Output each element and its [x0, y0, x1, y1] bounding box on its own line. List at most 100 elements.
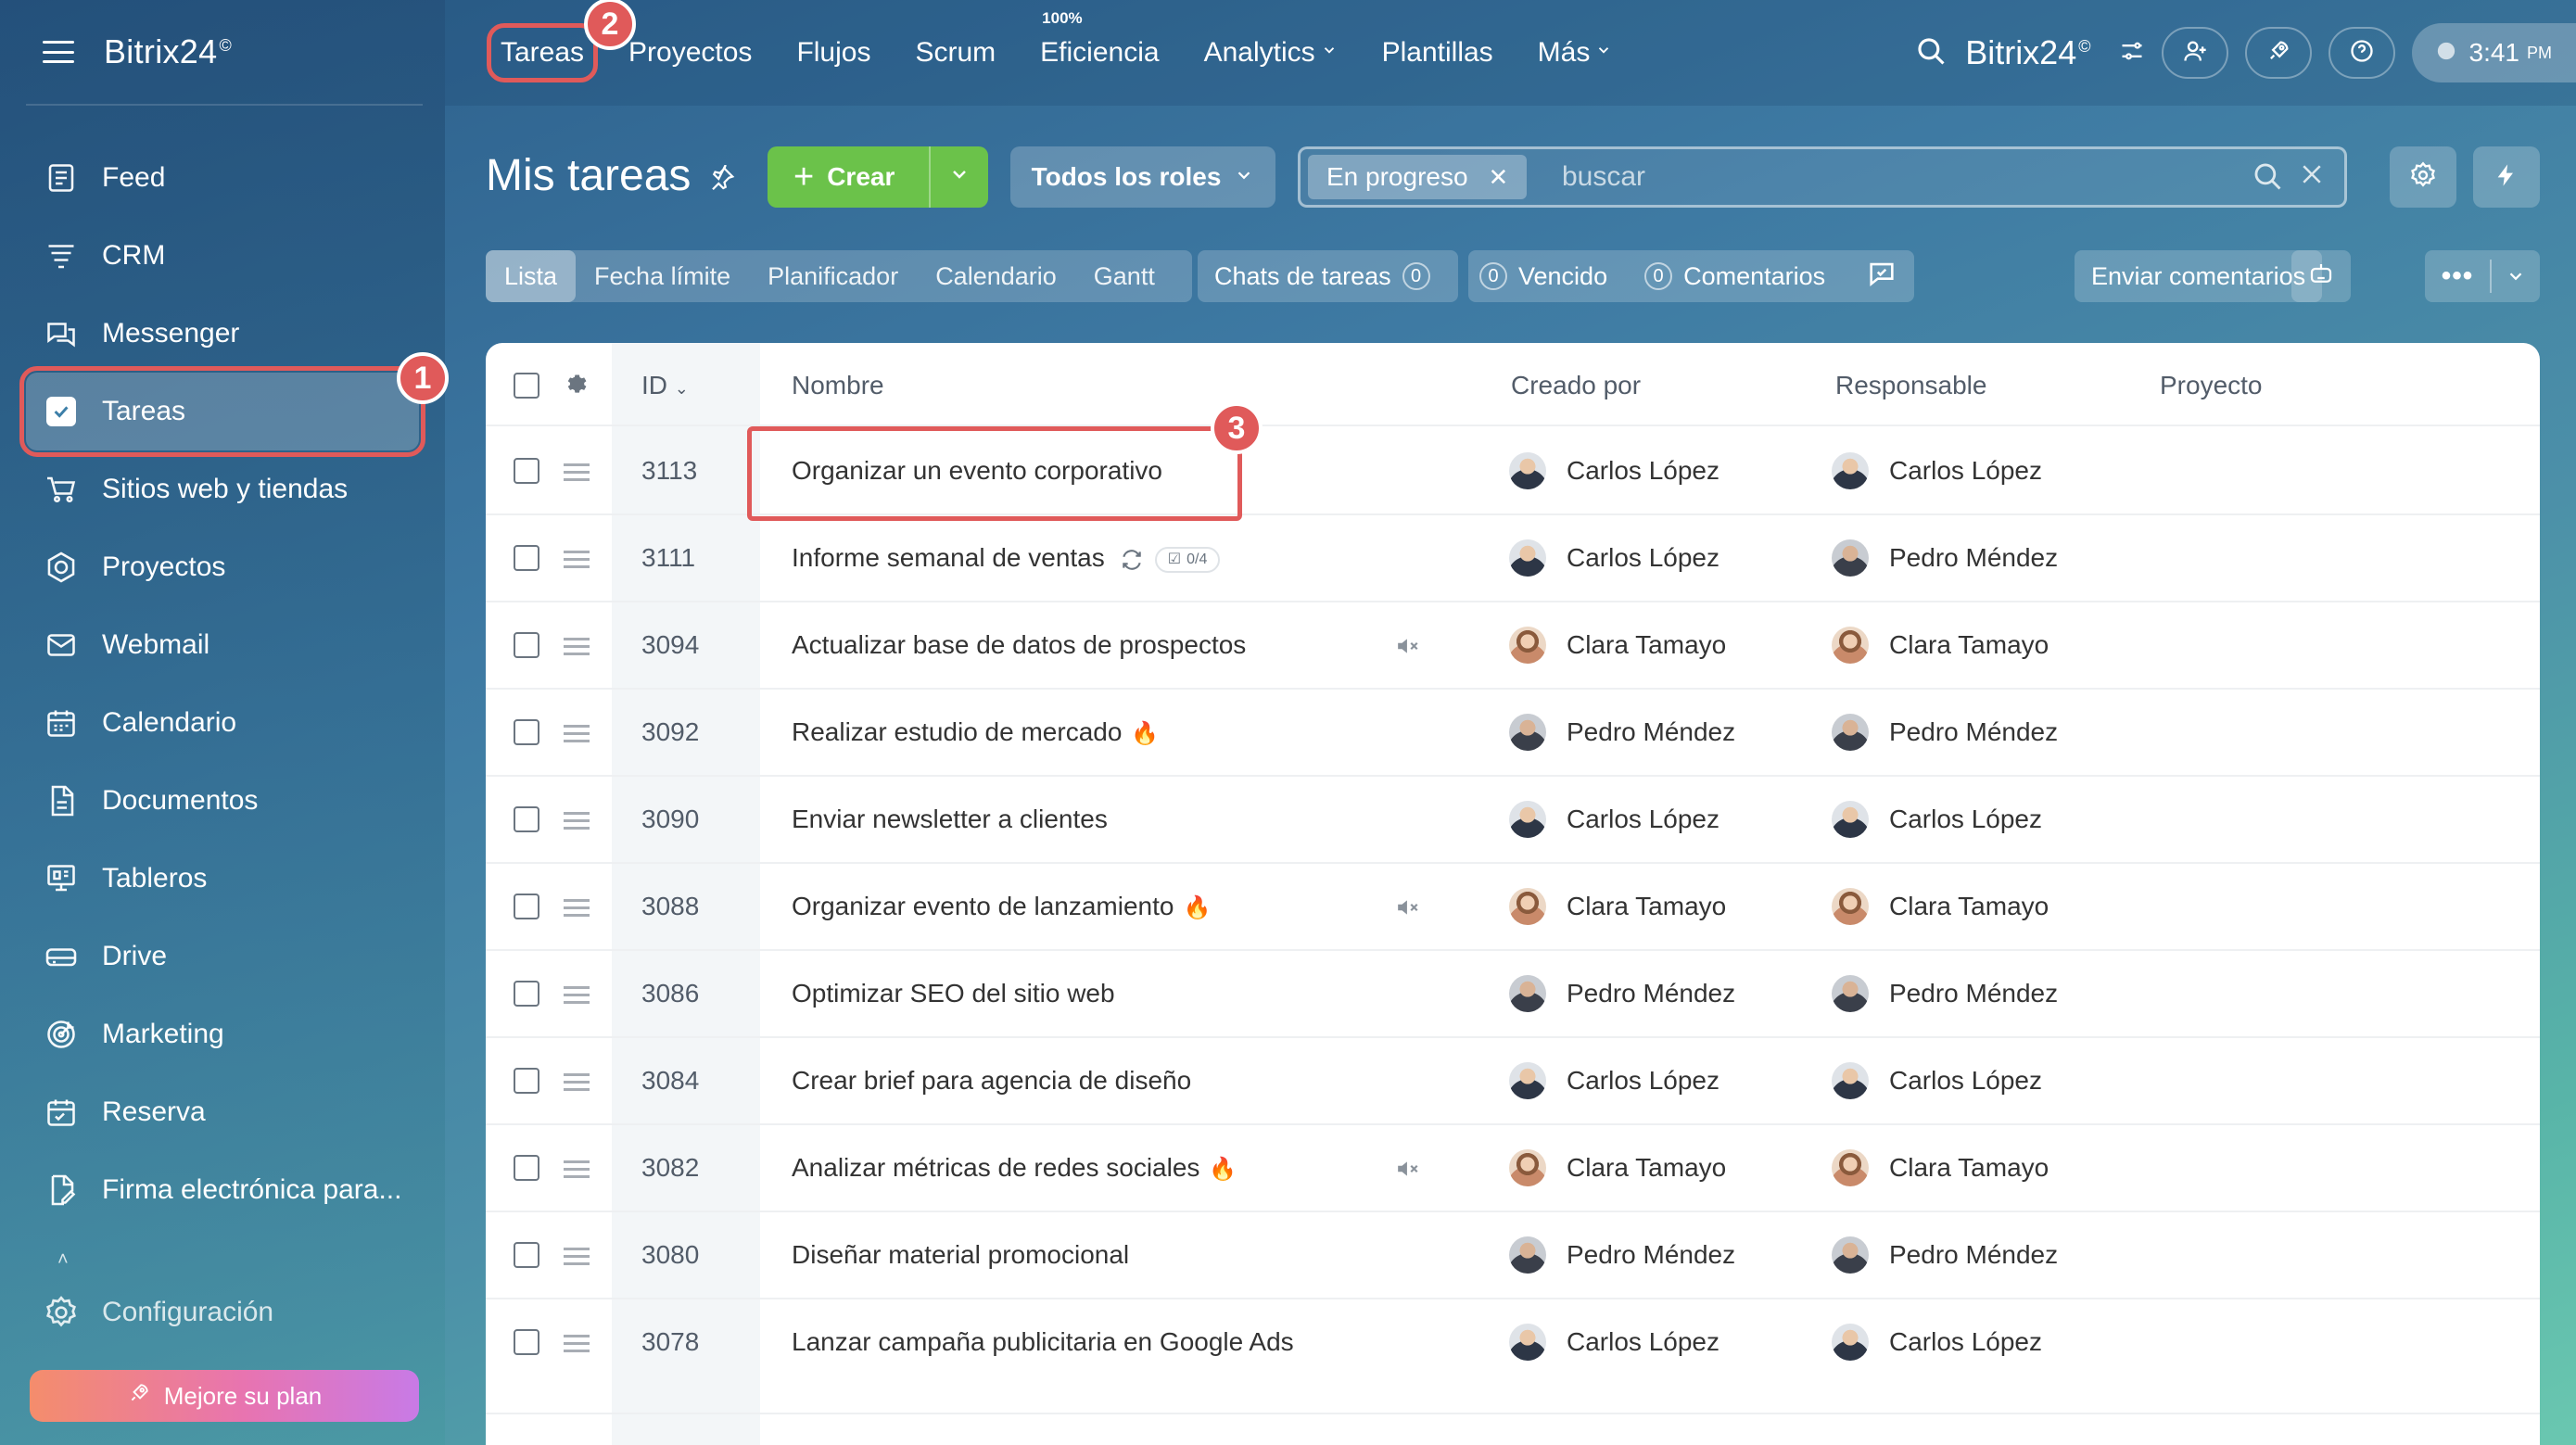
responsible-cell[interactable]: Pedro Méndez — [1832, 714, 2058, 751]
drag-handle-icon[interactable] — [564, 551, 590, 573]
topnav-eficiencia[interactable]: 100% Eficiencia — [1040, 9, 1159, 69]
responsible-cell[interactable]: Clara Tamayo — [1832, 627, 2049, 664]
responsible-cell[interactable]: Pedro Méndez — [1832, 539, 2058, 577]
task-name-link[interactable]: Analizar métricas de redes sociales — [792, 1153, 1199, 1182]
task-name-link[interactable]: Lanzar campaña publicitaria en Google Ad… — [792, 1327, 1294, 1356]
task-name-link[interactable]: Organizar evento de lanzamiento — [792, 892, 1174, 920]
sidebar-item-feed[interactable]: Feed — [0, 139, 445, 217]
view-tab-lista[interactable]: Lista — [486, 250, 577, 302]
select-all-checkbox[interactable] — [514, 373, 539, 399]
topnav-analytics[interactable]: Analytics — [1204, 37, 1338, 69]
responsible-cell[interactable]: Carlos López — [1832, 1062, 2042, 1099]
pin-icon[interactable] — [708, 164, 736, 197]
task-chats-button[interactable]: Chats de tareas 0 — [1198, 250, 1458, 302]
row-checkbox[interactable] — [514, 806, 539, 832]
view-tab-fecha-límite[interactable]: Fecha límite — [576, 250, 749, 302]
muted-speaker-icon[interactable] — [1394, 634, 1422, 663]
topnav-más[interactable]: Más — [1538, 37, 1613, 69]
chat-read-all-icon[interactable] — [1866, 258, 1897, 296]
sidebar-item-firma-electrónica-para[interactable]: Firma electrónica para... — [0, 1151, 445, 1229]
row-checkbox[interactable] — [514, 1068, 539, 1094]
topnav-plantillas[interactable]: Plantillas — [1382, 37, 1493, 69]
creator-cell[interactable]: Carlos López — [1509, 1062, 1719, 1099]
drag-handle-icon[interactable] — [564, 812, 590, 834]
sidebar-item-drive[interactable]: Drive — [0, 918, 445, 995]
topnav-flujos[interactable]: Flujos — [796, 37, 870, 69]
row-checkbox[interactable] — [514, 981, 539, 1007]
sidebar-item-documentos[interactable]: Documentos — [0, 762, 445, 840]
row-checkbox[interactable] — [514, 894, 539, 919]
brand-logo[interactable]: Bitrix24 © — [104, 32, 232, 71]
sliders-icon[interactable] — [2119, 38, 2145, 69]
sidebar-item-reserva[interactable]: Reserva — [0, 1073, 445, 1151]
ai-copilot-button[interactable] — [2291, 250, 2351, 302]
checklist-badge[interactable]: ☑ 0/4 — [1154, 546, 1221, 573]
upgrade-plan-button[interactable]: Mejore su plan — [30, 1370, 419, 1422]
drag-handle-icon[interactable] — [564, 1073, 590, 1096]
roles-dropdown[interactable]: Todos los roles — [1010, 146, 1275, 208]
responsible-cell[interactable]: Carlos López — [1832, 1324, 2042, 1361]
creator-cell[interactable]: Pedro Méndez — [1509, 1236, 1735, 1274]
row-checkbox[interactable] — [514, 719, 539, 745]
creator-cell[interactable]: Pedro Méndez — [1509, 975, 1735, 1012]
hamburger-menu-icon[interactable] — [43, 41, 74, 63]
creator-cell[interactable]: Carlos López — [1509, 801, 1719, 838]
topnav-scrum[interactable]: Scrum — [915, 37, 996, 69]
remove-filter-icon[interactable]: ✕ — [1489, 163, 1509, 192]
view-tab-gantt[interactable]: Gantt — [1075, 250, 1174, 302]
sidebar-item-webmail[interactable]: Webmail — [0, 606, 445, 684]
responsible-cell[interactable]: Pedro Méndez — [1832, 975, 2058, 1012]
table-row[interactable]: 3092 Realizar estudio de mercado 🔥 Pedro … — [486, 690, 2540, 777]
help-button[interactable] — [2328, 27, 2395, 79]
drag-handle-icon[interactable] — [564, 638, 590, 660]
table-row[interactable]: 3078 Lanzar campaña publicitaria en Goog… — [486, 1299, 2540, 1414]
creator-cell[interactable]: Carlos López — [1509, 539, 1719, 577]
more-actions-button[interactable]: ••• — [2425, 250, 2540, 302]
task-name-link[interactable]: Optimizar SEO del sitio web — [792, 979, 1115, 1008]
header-responsible[interactable]: Responsable — [1835, 371, 1986, 400]
task-name-link[interactable]: Enviar newsletter a clientes — [792, 805, 1108, 833]
work-day-clock[interactable]: 3:41 PM — [2411, 23, 2576, 82]
header-created-by[interactable]: Creado por — [1511, 371, 1641, 400]
table-row[interactable]: 3082 Analizar métricas de redes sociales… — [486, 1125, 2540, 1212]
row-checkbox[interactable] — [514, 545, 539, 571]
create-main[interactable]: + Crear — [768, 146, 931, 208]
task-name-link[interactable]: Actualizar base de datos de prospectos — [792, 630, 1246, 659]
task-name-link[interactable]: Diseñar material promocional — [792, 1240, 1129, 1269]
drag-handle-icon[interactable] — [564, 986, 590, 1008]
creator-cell[interactable]: Pedro Méndez — [1509, 714, 1735, 751]
table-row[interactable]: 3080 Diseñar material promocional Pedro … — [486, 1212, 2540, 1299]
creator-cell[interactable]: Carlos López — [1509, 452, 1719, 489]
sidebar-item-sitios-web-y-tiendas[interactable]: Sitios web y tiendas — [0, 450, 445, 528]
sidebar-item-crm[interactable]: CRM — [0, 217, 445, 295]
table-row[interactable]: 3111 Informe semanal de ventas ☑ 0/4 Carlo… — [486, 515, 2540, 602]
responsible-cell[interactable]: Carlos López — [1832, 452, 2042, 489]
table-row[interactable]: 3094 Actualizar base de datos de prospec… — [486, 602, 2540, 690]
drag-handle-icon[interactable] — [564, 899, 590, 921]
feedback-button[interactable]: Enviar comentarios — [2075, 250, 2323, 302]
creator-cell[interactable]: Carlos López — [1509, 1324, 1719, 1361]
table-row[interactable]: 3090 Enviar newsletter a clientes Carlos… — [486, 777, 2540, 864]
sidebar-item-messenger[interactable]: Messenger — [0, 295, 445, 373]
invite-user-button[interactable] — [2161, 27, 2228, 79]
sidebar-item-tareas[interactable]: Tareas — [19, 366, 425, 457]
task-name-link[interactable]: Realizar estudio de mercado — [792, 717, 1122, 746]
filter-search-box[interactable]: En progreso ✕ — [1298, 146, 2347, 208]
row-checkbox[interactable] — [514, 632, 539, 658]
row-checkbox[interactable] — [514, 1155, 539, 1181]
creator-cell[interactable]: Clara Tamayo — [1509, 888, 1726, 925]
drag-handle-icon[interactable] — [564, 1335, 590, 1357]
sidebar-item-proyectos[interactable]: Proyectos — [0, 528, 445, 606]
drag-handle-icon[interactable] — [564, 1248, 590, 1270]
creator-cell[interactable]: Clara Tamayo — [1509, 627, 1726, 664]
row-checkbox[interactable] — [514, 458, 539, 484]
drag-handle-icon[interactable] — [564, 1160, 590, 1183]
sidebar-item-tableros[interactable]: Tableros — [0, 840, 445, 918]
responsible-cell[interactable]: Carlos López — [1832, 801, 2042, 838]
header-project[interactable]: Proyecto — [2160, 371, 2263, 400]
sidebar-item-settings[interactable]: Configuración — [0, 1274, 445, 1351]
comments-filter[interactable]: Comentarios — [1683, 262, 1825, 291]
table-row[interactable]: 3086 Optimizar SEO del sitio web Pedro M… — [486, 951, 2540, 1038]
row-checkbox[interactable] — [514, 1242, 539, 1268]
topnav-proyectos[interactable]: Proyectos — [628, 37, 752, 69]
